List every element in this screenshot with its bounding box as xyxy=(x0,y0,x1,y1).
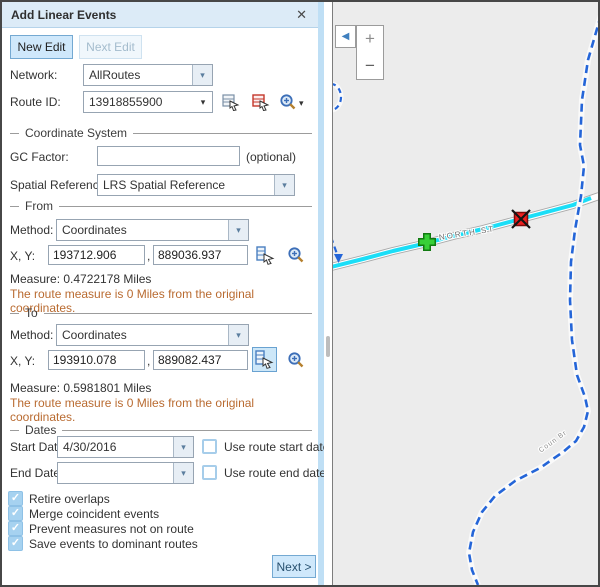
from-y-input[interactable] xyxy=(153,245,248,265)
chevron-down-icon[interactable]: ▾ xyxy=(173,463,193,483)
section-from: From xyxy=(10,199,312,213)
gc-optional-hint: (optional) xyxy=(246,150,296,164)
to-warning-text: The route measure is 0 Miles from the or… xyxy=(10,396,318,424)
prevent-measures-label: Prevent measures not on route xyxy=(29,522,194,536)
to-x-input[interactable] xyxy=(48,350,145,370)
section-coordinate-system-label: Coordinate System xyxy=(25,126,127,140)
select-route-on-map-icon[interactable] xyxy=(222,93,240,111)
collapse-panel-button[interactable]: ◀ xyxy=(335,25,356,48)
from-xy-label: X, Y: xyxy=(10,249,35,263)
route-id-value: 13918855900 xyxy=(84,95,194,109)
save-events-checkbox[interactable]: ✓ xyxy=(8,536,23,551)
end-date-label: End Date: xyxy=(10,466,63,480)
retire-overlaps-label: Retire overlaps xyxy=(29,492,110,506)
xy-comma: , xyxy=(147,354,150,368)
network-label: Network: xyxy=(10,68,57,82)
zoom-out-button[interactable]: − xyxy=(356,52,384,80)
stream-line xyxy=(333,108,338,259)
route-id-combo[interactable]: 13918855900 ▾ xyxy=(83,91,213,113)
panel-header: Add Linear Events ✕ xyxy=(2,2,318,28)
merge-coincident-events-label: Merge coincident events xyxy=(29,507,159,521)
to-method-label: Method: xyxy=(10,328,53,342)
gc-factor-label: GC Factor: xyxy=(10,150,69,164)
use-route-end-date-label: Use route end date xyxy=(224,466,326,480)
to-pick-coordinates-button-active[interactable] xyxy=(252,347,277,372)
end-date-value xyxy=(58,463,173,483)
xy-comma: , xyxy=(147,249,150,263)
section-coordinate-system: Coordinate System xyxy=(10,126,312,140)
chevron-down-icon[interactable]: ▾ xyxy=(173,437,193,457)
from-method-select[interactable]: Coordinates ▾ xyxy=(56,219,249,241)
to-y-input[interactable] xyxy=(153,350,248,370)
section-to: To xyxy=(10,306,312,320)
spatial-reference-select[interactable]: LRS Spatial Reference ▾ xyxy=(97,174,295,196)
new-edit-button[interactable]: New Edit xyxy=(10,35,73,59)
save-events-label: Save events to dominant routes xyxy=(29,537,198,551)
zoom-in-button[interactable]: + xyxy=(356,25,384,53)
use-route-end-date-checkbox[interactable] xyxy=(202,465,217,480)
to-method-select[interactable]: Coordinates ▾ xyxy=(56,324,249,346)
from-method-value: Coordinates xyxy=(57,220,228,240)
chevron-down-icon[interactable]: ▾ xyxy=(194,97,212,108)
section-dates: Dates xyxy=(10,423,312,437)
panel-title: Add Linear Events xyxy=(11,8,294,22)
to-zoom-icon[interactable] xyxy=(287,351,305,369)
use-route-start-date-checkbox[interactable] xyxy=(202,439,217,454)
gc-factor-input[interactable] xyxy=(97,146,240,166)
start-date-value: 4/30/2016 xyxy=(58,437,173,457)
from-method-label: Method: xyxy=(10,223,53,237)
route-id-label: Route ID: xyxy=(10,95,61,109)
network-select[interactable]: AllRoutes ▾ xyxy=(83,64,213,86)
to-measure-text: Measure: 0.5981801 Miles xyxy=(10,381,151,395)
network-value: AllRoutes xyxy=(84,65,192,85)
section-dates-label: Dates xyxy=(25,423,56,437)
section-to-label: To xyxy=(25,306,38,320)
zoom-options-chevron-icon[interactable]: ▾ xyxy=(299,98,304,109)
close-icon[interactable]: ✕ xyxy=(294,7,309,23)
panel-scrollbar xyxy=(324,2,332,585)
section-from-label: From xyxy=(25,199,53,213)
prevent-measures-checkbox[interactable]: ✓ xyxy=(8,521,23,536)
chevron-down-icon[interactable]: ▾ xyxy=(228,325,248,345)
chevron-down-icon[interactable]: ▾ xyxy=(274,175,294,195)
retire-overlaps-checkbox[interactable]: ✓ xyxy=(8,491,23,506)
chevron-down-icon[interactable]: ▾ xyxy=(228,220,248,240)
from-measure-text: Measure: 0.4722178 Miles xyxy=(10,272,151,286)
spatial-reference-label: Spatial Reference: xyxy=(10,178,109,192)
use-route-start-date-label: Use route start date xyxy=(224,440,329,454)
merge-coincident-events-checkbox[interactable]: ✓ xyxy=(8,506,23,521)
from-zoom-icon[interactable] xyxy=(287,246,305,264)
spatial-reference-value: LRS Spatial Reference xyxy=(98,175,274,195)
zoom-to-route-icon[interactable] xyxy=(279,93,297,111)
next-button[interactable]: Next > xyxy=(272,555,316,578)
start-date-select[interactable]: 4/30/2016 ▾ xyxy=(57,436,194,458)
to-method-value: Coordinates xyxy=(57,325,228,345)
scrollbar-thumb[interactable] xyxy=(326,336,330,357)
remove-route-selection-icon[interactable] xyxy=(252,93,270,111)
map-canvas[interactable]: NORTH ST Coun Br ◀ + − xyxy=(332,2,598,585)
add-linear-events-panel: Add Linear Events ✕ New Edit Next Edit N… xyxy=(2,2,324,585)
from-x-input[interactable] xyxy=(48,245,145,265)
map-graphics xyxy=(333,2,598,585)
next-edit-button[interactable]: Next Edit xyxy=(79,35,142,59)
chevron-down-icon[interactable]: ▾ xyxy=(192,65,212,85)
add-linear-events-window: Add Linear Events ✕ New Edit Next Edit N… xyxy=(0,0,600,587)
to-pick-coordinates-icon xyxy=(255,350,274,369)
end-marker-red-square-x xyxy=(512,210,530,228)
end-date-select[interactable]: ▾ xyxy=(57,462,194,484)
from-pick-coordinates-icon[interactable] xyxy=(256,246,275,265)
river-casing xyxy=(469,15,598,585)
to-xy-label: X, Y: xyxy=(10,354,35,368)
